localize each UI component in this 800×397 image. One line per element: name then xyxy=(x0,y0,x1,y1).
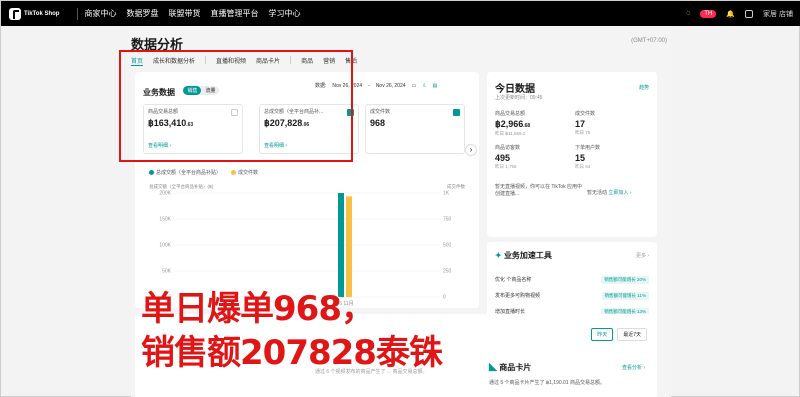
y-tick-label-left: 100K xyxy=(159,243,171,249)
more-link[interactable]: 更多 › xyxy=(636,252,649,259)
nav-data-compass[interactable]: 数据罗盘 xyxy=(126,8,158,19)
today-data-card: 今日数据 上次更新时间：09:45 趋势 商品交易总额 ฿2,966.68 昨日… xyxy=(487,72,657,237)
today-metric: 下单用户数 15 昨日 64 xyxy=(575,145,601,169)
y-tick-label-right: 250 xyxy=(443,269,452,275)
top-right-tools: ◌ TH 🔔 家居 店铺 xyxy=(686,9,793,19)
tab-last-7-days[interactable]: 最近7天 xyxy=(617,328,647,341)
browser-screenshot: TikTok Shop 商家中心 数据罗盘 联盟带货 直播管理平台 学习中心 ◌… xyxy=(0,0,800,397)
next-metrics-arrow-icon[interactable]: › xyxy=(465,144,477,156)
top-navigation-bar: TikTok Shop 商家中心 数据罗盘 联盟带货 直播管理平台 学习中心 ◌… xyxy=(1,1,800,26)
overlay-caption-line2: 销售额207828泰铢 xyxy=(140,333,443,373)
bar-total-sales xyxy=(338,193,344,297)
today-metric: 成交件数 17 昨日 75 xyxy=(575,111,596,135)
nav-seller-center[interactable]: 商家中心 xyxy=(84,8,116,19)
bar-chart: 总成交额（全平台商品补贴）(฿) 成交件数 200K 1K 150K 750 100K 500… xyxy=(149,183,465,307)
download-icon[interactable]: ⇩ xyxy=(422,83,426,89)
date-separator: - xyxy=(368,82,370,89)
chart-icon: ◣ xyxy=(489,363,497,372)
logo-text: TikTok Shop xyxy=(24,10,60,17)
y-tick-label-right: 750 xyxy=(443,217,452,223)
y-tick-label-left: 50K xyxy=(162,269,172,275)
metric-checkbox[interactable] xyxy=(453,109,460,116)
metric-label: 成交件数 xyxy=(370,109,391,115)
region-badge[interactable]: TH xyxy=(700,9,717,18)
y-axis-label-right: 成交件数 xyxy=(447,183,465,190)
activity-note: 暂无活动 立即加入 › xyxy=(587,190,632,196)
accelerator-row[interactable]: 优化 个商品名称 销售额可能增长 20% xyxy=(495,276,649,284)
today-metric: 商品交易总额 ฿2,966.68 昨日 ฿11,569.2 xyxy=(495,111,531,136)
today-metric: 商品访客数 495 昨日 1,756 xyxy=(495,145,521,169)
y-tick-label-left: 200K xyxy=(159,191,171,197)
product-card-desc: 通过 5 个商品卡片产生了 ฿1,190.01 商品交易总额。 xyxy=(489,380,605,386)
shop-name[interactable]: 家居 店铺 xyxy=(763,9,793,19)
metric-items-sold[interactable]: 成交件数 968 xyxy=(365,104,465,154)
main-nav: 商家中心 数据罗盘 联盟带货 直播管理平台 学习中心 xyxy=(84,8,300,19)
overlay-caption-line1: 单日爆单968， xyxy=(140,289,375,329)
tab-yesterday[interactable]: 昨天 xyxy=(591,328,614,341)
product-card-summary: ◣ 商品卡片 查看分析 › 通过 5 个商品卡片产生了 ฿1,190.01 商品… xyxy=(489,362,649,397)
rocket-icon: ✦ xyxy=(495,251,502,260)
help-icon[interactable]: ◌ xyxy=(686,10,690,17)
y-tick-label-right: 0 xyxy=(443,295,446,301)
live-empty-note: 暂无直播视频，你可以在 TikTok 应用中创建直播... xyxy=(495,184,583,197)
y-tick-label-right: 500 xyxy=(443,243,452,249)
y-tick-label-right: 1K xyxy=(443,191,450,197)
timezone-label: (GMT+07:00) xyxy=(631,38,667,44)
sales-chart-card: 总成交额（全平台商品补贴） 成交件数 总成交额（全平台商品补贴）(฿) 成交件数 2… xyxy=(135,163,479,308)
shop-avatar[interactable] xyxy=(745,9,754,18)
tiktok-shop-logo[interactable]: TikTok Shop xyxy=(9,7,60,20)
metric-value: 968 xyxy=(370,118,386,128)
view-analysis-link[interactable]: 查看分析 › xyxy=(622,364,645,371)
accelerator-row[interactable]: 发布更多可购物视频 销售额可能增长 11% xyxy=(495,292,649,300)
nav-affiliate[interactable]: 联盟带货 xyxy=(168,8,200,19)
nav-live-platform[interactable]: 直播管理平台 xyxy=(210,8,258,19)
period-tabs: 昨天 最近7天 xyxy=(591,328,647,341)
accelerator-title: ✦ 业务加速工具 xyxy=(495,251,552,260)
today-trend-link[interactable]: 趋势 xyxy=(639,84,649,91)
today-updated: 上次更新时间：09:45 xyxy=(495,95,543,101)
y-tick-label-left: 150K xyxy=(159,217,171,223)
divider xyxy=(77,7,79,20)
nav-learning-center[interactable]: 学习中心 xyxy=(268,8,300,19)
notification-bell-icon[interactable]: 🔔 xyxy=(726,10,735,18)
calendar-icon[interactable]: ▭ xyxy=(412,83,417,89)
bar-items-sold xyxy=(346,196,352,297)
y-axis-label-left: 总成交额（全平台商品补贴）(฿) xyxy=(149,183,214,190)
highlight-box xyxy=(119,50,353,162)
today-title: 今日数据 xyxy=(495,84,535,95)
settings-icon[interactable]: ▤ xyxy=(433,83,438,89)
date-end: Nov 26, 2024 xyxy=(375,82,406,89)
tiktok-logo-icon xyxy=(9,7,21,20)
join-now-link[interactable]: 立即加入 › xyxy=(608,190,631,196)
business-accelerator-card: ✦ 业务加速工具 更多 › 优化 个商品名称 销售额可能增长 20% 发布更多可购… xyxy=(487,242,657,324)
